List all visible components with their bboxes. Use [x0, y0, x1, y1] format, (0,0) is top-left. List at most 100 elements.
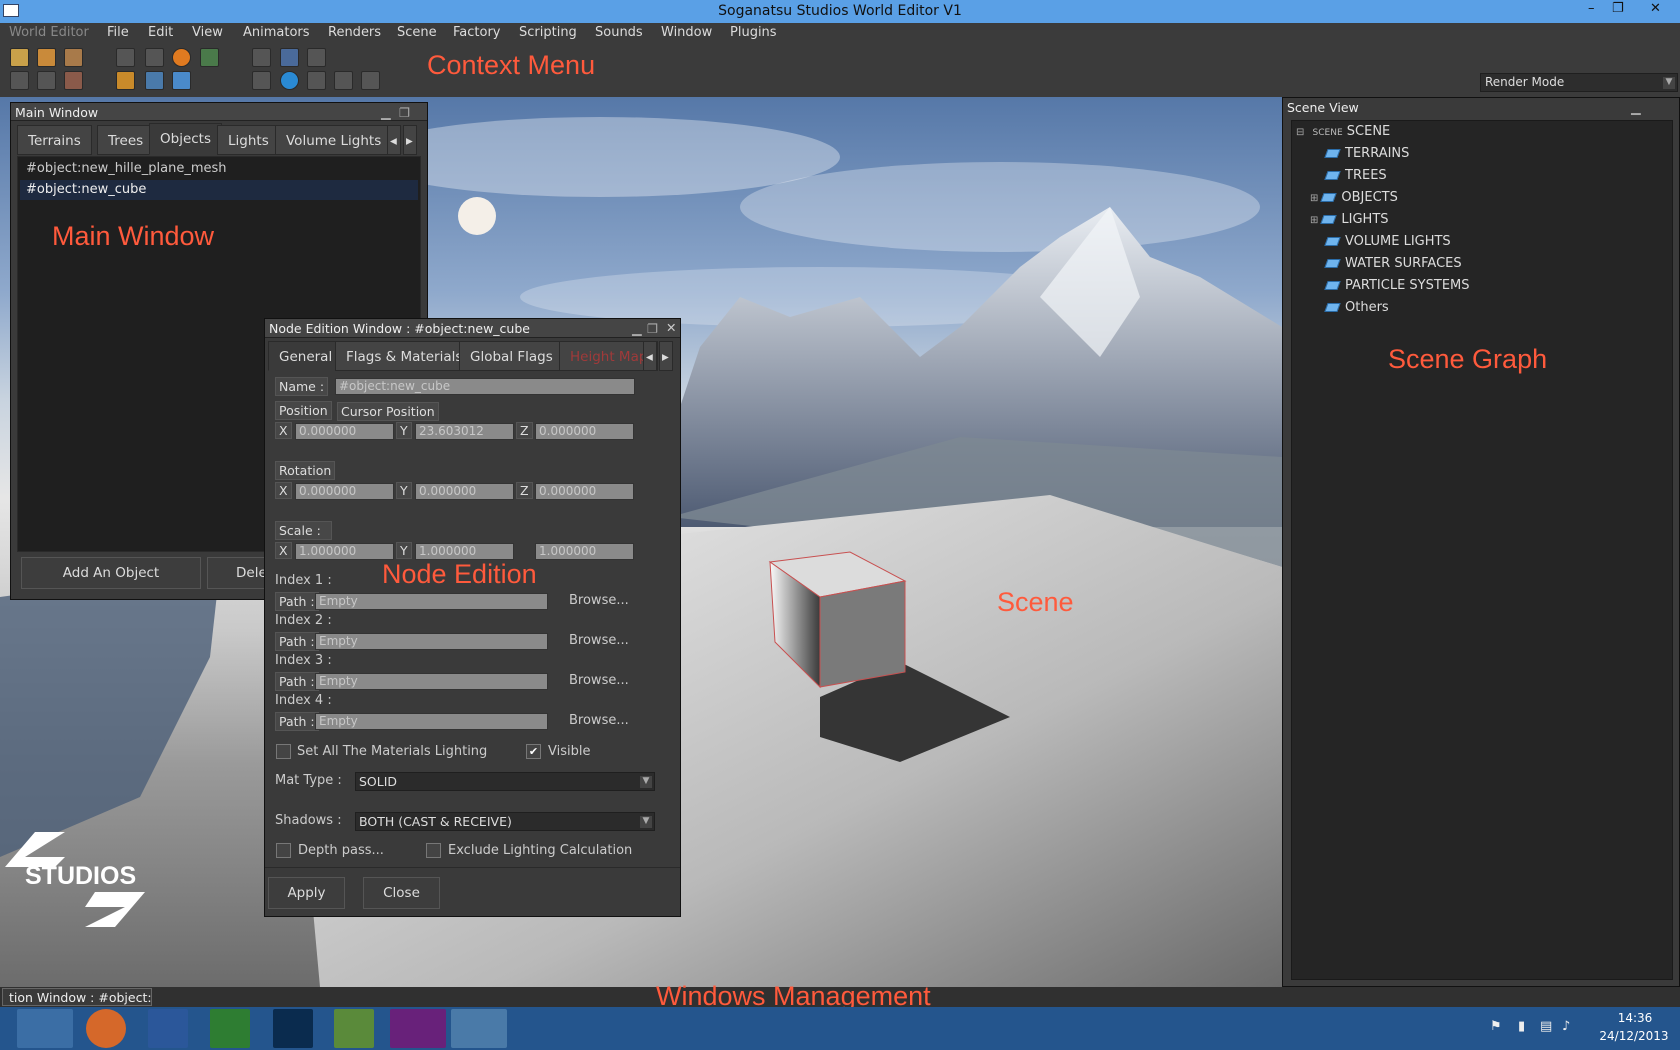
arrow-icon[interactable] — [172, 71, 191, 90]
browse-button[interactable]: Browse... — [569, 673, 629, 688]
clock-icon[interactable] — [307, 48, 326, 67]
set-all-lighting-checkbox[interactable] — [276, 744, 291, 759]
position-z-field[interactable]: 0.000000 — [535, 423, 634, 440]
tree-item-terrains[interactable]: TERRAINS — [1324, 146, 1409, 161]
index-1-path-field[interactable]: Empty — [315, 593, 548, 610]
terrain-icon[interactable] — [200, 48, 219, 67]
menu-sounds[interactable]: Sounds — [595, 25, 643, 40]
close-button[interactable]: ✕ — [1650, 1, 1661, 16]
mat-type-select[interactable]: SOLID ▼ — [355, 772, 655, 791]
tree-item-others[interactable]: Others — [1324, 300, 1389, 315]
tab-general[interactable]: General — [268, 341, 344, 371]
menu-scripting[interactable]: Scripting — [519, 25, 577, 40]
open-folder-icon[interactable] — [10, 48, 29, 67]
clock-date[interactable]: 24/12/2013 — [1594, 1029, 1674, 1043]
save-icon[interactable] — [64, 48, 83, 67]
tab-objects[interactable]: Objects — [149, 123, 223, 155]
exclude-lighting-checkbox[interactable] — [426, 843, 441, 858]
firefox-icon[interactable] — [86, 1009, 126, 1048]
menu-file[interactable]: File — [107, 25, 129, 40]
cursor-position-button[interactable]: Cursor Position — [337, 402, 439, 421]
image-icon[interactable] — [37, 71, 56, 90]
water-icon[interactable] — [280, 48, 299, 67]
network-icon[interactable]: ▤ — [1540, 1019, 1552, 1034]
index-2-path-field[interactable]: Empty — [315, 633, 548, 650]
tab-lights[interactable]: Lights — [217, 125, 280, 155]
visual-studio-icon[interactable] — [390, 1009, 446, 1048]
tab-scroll-left-icon[interactable]: ◂ — [387, 125, 401, 155]
checker-icon[interactable] — [307, 71, 326, 90]
tree-item-particle-systems[interactable]: PARTICLE SYSTEMS — [1324, 278, 1470, 293]
menu-window[interactable]: Window — [661, 25, 712, 40]
close-panel-icon[interactable]: ✕ — [666, 320, 676, 335]
camera-icon[interactable] — [10, 71, 29, 90]
expand-icon[interactable]: ⊞ — [1310, 193, 1318, 204]
project-icon[interactable] — [210, 1009, 250, 1048]
apply-button[interactable]: Apply — [268, 877, 345, 909]
menu-plugins[interactable]: Plugins — [730, 25, 777, 40]
tab-global-flags[interactable]: Global Flags — [459, 341, 564, 371]
visio-icon[interactable] — [148, 1009, 188, 1048]
tree-item-volume-lights[interactable]: VOLUME LIGHTS — [1324, 234, 1451, 249]
tree-item-trees[interactable]: TREES — [1324, 168, 1387, 183]
tab-volume-lights[interactable]: Volume Lights — [275, 125, 393, 155]
photoshop-icon[interactable] — [273, 1009, 313, 1048]
grid-icon[interactable] — [145, 48, 164, 67]
scale-x-field[interactable]: 1.000000 — [295, 543, 394, 560]
restore-button[interactable]: ❐ — [1612, 1, 1624, 16]
tab-flags-materials[interactable]: Flags & Materials — [335, 341, 474, 371]
minimize-panel-icon[interactable]: ▁ — [1631, 100, 1641, 115]
tree-item-objects[interactable]: ⊞ OBJECTS — [1310, 190, 1398, 205]
curve-icon[interactable] — [145, 71, 164, 90]
menu-edit[interactable]: Edit — [148, 25, 173, 40]
tree-icon[interactable] — [116, 48, 135, 67]
browse-button[interactable]: Browse... — [569, 633, 629, 648]
index-3-path-field[interactable]: Empty — [315, 673, 548, 690]
scale-z-field[interactable]: 1.000000 — [535, 543, 634, 560]
tree-item-water-surfaces[interactable]: WATER SURFACES — [1324, 256, 1462, 271]
menu-view[interactable]: View — [192, 25, 223, 40]
tab-scroll-right-icon[interactable]: ▸ — [403, 125, 417, 155]
rotation-z-field[interactable]: 0.000000 — [535, 483, 634, 500]
tree-item-lights[interactable]: ⊞ LIGHTS — [1310, 212, 1389, 227]
visible-checkbox[interactable]: ✔ — [526, 744, 541, 759]
index-4-path-field[interactable]: Empty — [315, 713, 548, 730]
name-field[interactable]: #object:new_cube — [335, 378, 635, 395]
tab-terrains[interactable]: Terrains — [17, 125, 92, 155]
edit-icon[interactable] — [37, 48, 56, 67]
file-explorer-icon[interactable] — [17, 1009, 73, 1048]
minimize-panel-icon[interactable]: ▁ — [632, 321, 642, 336]
menu-renders[interactable]: Renders — [328, 25, 381, 40]
browse-button[interactable]: Browse... — [569, 593, 629, 608]
tab-scroll-left-icon[interactable]: ◂ — [643, 341, 657, 371]
tab-trees[interactable]: Trees — [97, 125, 155, 155]
rotation-x-field[interactable]: 0.000000 — [295, 483, 394, 500]
clock-time[interactable]: 14:36 — [1600, 1011, 1670, 1025]
light-sphere-icon[interactable] — [280, 71, 299, 90]
position-x-field[interactable]: 0.000000 — [295, 423, 394, 440]
brush-icon[interactable] — [252, 48, 271, 67]
shadows-select[interactable]: BOTH (CAST & RECEIVE) ▼ — [355, 812, 655, 831]
collapse-icon[interactable]: ⊟ — [1296, 127, 1304, 138]
add-object-button[interactable]: Add An Object — [21, 557, 201, 589]
bulb-icon[interactable] — [361, 71, 380, 90]
tab-scroll-right-icon[interactable]: ▸ — [659, 341, 673, 371]
volume-icon[interactable]: ♪ — [1562, 1019, 1570, 1034]
rotation-y-field[interactable]: 0.000000 — [415, 483, 514, 500]
flag-icon[interactable]: ⚑ — [1490, 1019, 1502, 1034]
close-button[interactable]: Close — [363, 877, 440, 909]
render-mode-select[interactable]: Render Mode ▼ — [1480, 73, 1678, 92]
list-item-selected[interactable]: #object:new_cube — [20, 180, 418, 200]
particle-icon[interactable] — [334, 71, 353, 90]
scale-y-field[interactable]: 1.000000 — [415, 543, 514, 560]
depth-pass-checkbox[interactable] — [276, 843, 291, 858]
battery-icon[interactable]: ▮ — [1518, 1019, 1525, 1034]
minimize-panel-icon[interactable]: ▁ — [381, 105, 391, 120]
menu-factory[interactable]: Factory — [453, 25, 501, 40]
tree-root[interactable]: ⊟ SCENE SCENE — [1296, 124, 1390, 139]
menu-scene[interactable]: Scene — [397, 25, 437, 40]
float-panel-icon[interactable]: ❐ — [647, 321, 658, 336]
cube-icon[interactable] — [252, 71, 271, 90]
float-panel-icon[interactable]: ❐ — [399, 105, 410, 120]
browse-button[interactable]: Browse... — [569, 713, 629, 728]
